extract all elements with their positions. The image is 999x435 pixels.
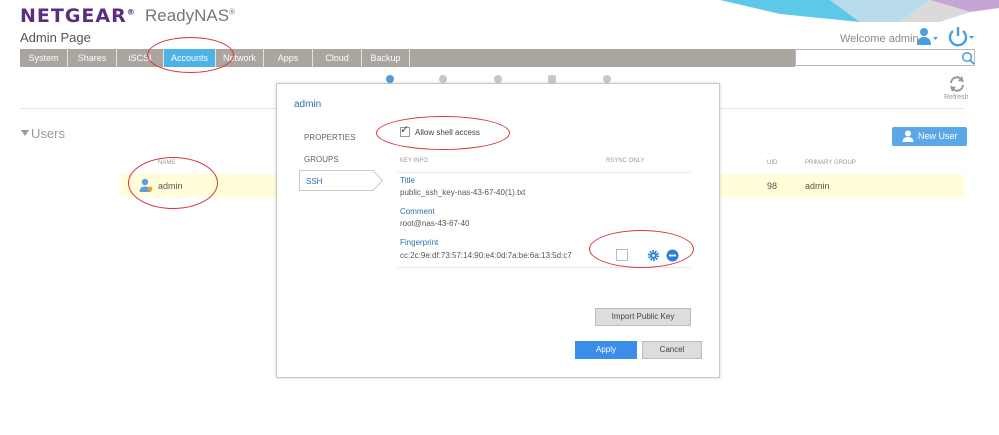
brand-mark: ® (126, 7, 136, 17)
annotation-ellipse-user (128, 157, 218, 209)
product-name: ReadyNAS® (145, 6, 235, 26)
product-mark: ® (229, 7, 236, 17)
annotation-ellipse-accounts (147, 37, 234, 73)
search-icon[interactable] (961, 51, 975, 65)
import-public-key-button[interactable]: Import Public Key (595, 308, 691, 326)
user-uid-cell: 98 (767, 181, 778, 191)
dialog-title: admin (294, 99, 322, 110)
header-decoration (720, 0, 999, 22)
tab-apps[interactable]: Apps (264, 49, 313, 67)
key-fingerprint-value: cc:2c:9e:df:73:57:14:90:e4:0d:7a:be:6a:1… (400, 251, 572, 260)
tab-backup[interactable]: Backup (362, 49, 410, 67)
refresh-icon[interactable] (947, 74, 967, 94)
view-icon-2[interactable] (439, 75, 447, 83)
collapse-arrow-icon[interactable] (21, 130, 29, 136)
dialog-tab-groups[interactable]: GROUPS (304, 155, 339, 164)
view-icon-4[interactable] (548, 75, 556, 83)
user-group-cell: admin (805, 181, 830, 191)
divider (398, 172, 690, 173)
cancel-button[interactable]: Cancel (642, 341, 702, 359)
column-header-primary-group: PRIMARY GROUP (805, 160, 856, 166)
power-icon[interactable] (947, 26, 975, 48)
search-input[interactable] (795, 49, 975, 66)
annotation-ellipse-shell (376, 116, 510, 150)
key-comment-value: root@nas-43-67-40 (400, 219, 470, 228)
key-fingerprint-label: Fingerprint (400, 238, 439, 247)
tab-shares[interactable]: Shares (68, 49, 117, 67)
view-icon-1[interactable] (386, 75, 394, 83)
add-user-icon (902, 130, 914, 142)
view-icon-5[interactable] (603, 75, 611, 83)
dialog-tab-properties[interactable]: PROPERTIES (304, 133, 355, 142)
page-title: Admin Page (20, 30, 91, 45)
view-icon-3[interactable] (494, 75, 502, 83)
users-section-title: Users (31, 126, 65, 141)
key-title-label: Title (400, 176, 415, 185)
dialog-tab-ssh[interactable]: SSH (306, 177, 322, 186)
column-header-uid: UID (767, 160, 778, 166)
column-header-key-info: KEY INFO (400, 158, 428, 164)
user-menu-icon[interactable] (916, 27, 938, 47)
annotation-ellipse-actions (589, 230, 694, 268)
key-title-value: public_ssh_key-nas-43-67-40(1).txt (400, 188, 526, 197)
refresh-label: Refresh (944, 94, 969, 101)
column-header-rsync-only: RSYNC ONLY (606, 158, 645, 164)
main-tab-bar: System Shares iSCSI Accounts Network Apps Clou… (20, 49, 795, 67)
tab-system[interactable]: System (20, 49, 68, 67)
netgear-logo: NETGEAR® (20, 5, 136, 27)
apply-button[interactable]: Apply (575, 341, 637, 359)
product-text: ReadyNAS (145, 6, 230, 25)
tab-cloud[interactable]: Cloud (313, 49, 362, 67)
key-comment-label: Comment (400, 207, 435, 216)
brand-text: NETGEAR (20, 5, 127, 27)
welcome-text: Welcome admin (840, 33, 919, 45)
